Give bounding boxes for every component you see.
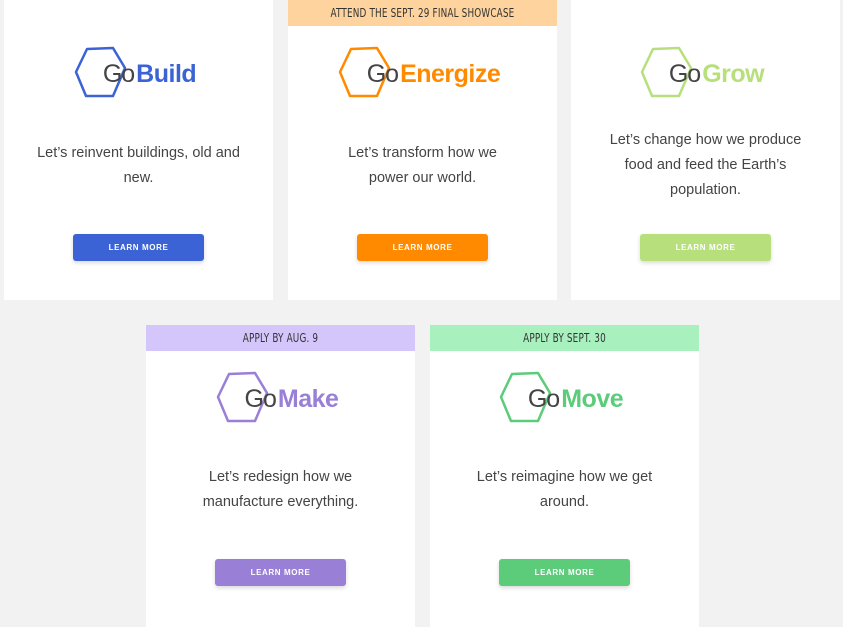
learn-more-button[interactable]: LEARN MORE	[215, 559, 346, 586]
banner-text: APPLY BY SEPT. 30	[523, 331, 606, 345]
logo-word-grow: Grow	[702, 59, 765, 88]
go-energize-logo[interactable]: Go Energize	[288, 44, 557, 104]
card-go-make: APPLY BY AUG. 9 Go Make Let’s redesign h…	[146, 325, 415, 627]
banner-text: ATTEND THE SEPT. 29 FINAL SHOWCASE	[330, 6, 515, 20]
go-grow-logo[interactable]: Go Grow	[571, 44, 840, 104]
go-build-logo[interactable]: Go Build	[4, 44, 273, 104]
logo-word-energize: Energize	[400, 59, 501, 88]
logo-go-text: Go	[244, 384, 277, 413]
logo-go-text: Go	[366, 59, 399, 88]
logo-word-move: Move	[561, 384, 624, 413]
banner-text: APPLY BY AUG. 9	[242, 331, 319, 345]
card-go-build: Go Build Let’s reinvent buildings, old a…	[4, 0, 273, 300]
card-description: Let’s transform how we power our world.	[348, 145, 497, 186]
learn-more-button[interactable]: LEARN MORE	[640, 234, 771, 261]
card-go-energize: ATTEND THE SEPT. 29 FINAL SHOWCASE Go En…	[288, 0, 557, 300]
card-description: Let’s change how we produce food and fee…	[609, 132, 802, 198]
learn-more-button[interactable]: LEARN MORE	[73, 234, 204, 261]
showcase-banner[interactable]: ATTEND THE SEPT. 29 FINAL SHOWCASE	[288, 0, 557, 26]
logo-word-make: Make	[277, 384, 339, 413]
go-move-logo[interactable]: Go Move	[430, 369, 699, 429]
card-description: Let’s redesign how we manufacture everyt…	[202, 469, 359, 510]
card-go-move: APPLY BY SEPT. 30 Go Move Let’s reimagin…	[430, 325, 699, 627]
go-make-logo[interactable]: Go Make	[146, 369, 415, 429]
card-go-grow: Go Grow Let’s change how we produce food…	[571, 0, 840, 300]
apply-banner[interactable]: APPLY BY SEPT. 30	[430, 325, 699, 351]
logo-word-build: Build	[136, 59, 197, 88]
logo-go-text: Go	[668, 59, 701, 88]
card-description: Let’s reimagine how we get around.	[476, 469, 653, 510]
logo-go-text: Go	[527, 384, 560, 413]
card-description: Let’s reinvent buildings, old and new.	[37, 145, 240, 186]
logo-go-text: Go	[102, 59, 135, 88]
learn-more-button[interactable]: LEARN MORE	[499, 559, 630, 586]
learn-more-button[interactable]: LEARN MORE	[357, 234, 488, 261]
apply-banner[interactable]: APPLY BY AUG. 9	[146, 325, 415, 351]
